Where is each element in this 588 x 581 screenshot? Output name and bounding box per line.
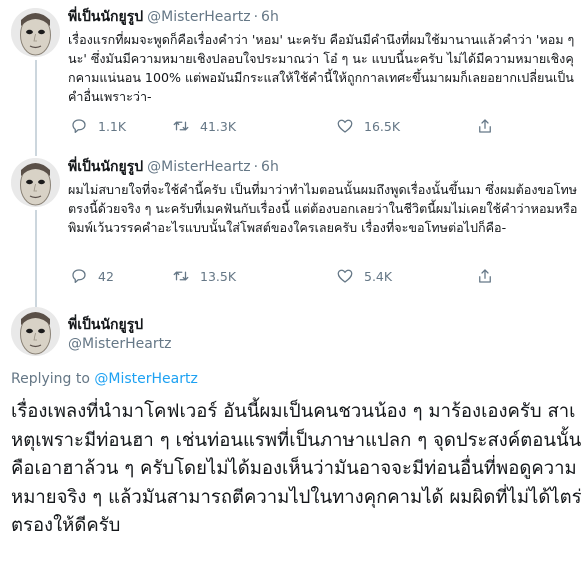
mask-face-icon: [11, 8, 60, 57]
like-count: 16.5K: [364, 118, 401, 134]
like-button[interactable]: 16.5K: [336, 117, 400, 135]
separator: ·: [253, 159, 259, 175]
reply-icon: [72, 119, 86, 134]
retweet-button[interactable]: 41.3K: [172, 117, 236, 135]
tweet-header: พี่เป็นนักยูรูป @MisterHeartz · 6h: [68, 158, 279, 176]
retweet-button[interactable]: 13.5K: [172, 267, 236, 285]
thread-connector: [35, 210, 37, 310]
display-name[interactable]: พี่เป็นนักยูรูป: [68, 316, 143, 334]
avatar[interactable]: [11, 307, 60, 356]
tweet-text: ผมไม่สบายใจที่จะใช้คำนี้ครับ เป็นที่มาว่…: [68, 182, 578, 235]
share-button[interactable]: [476, 117, 494, 135]
display-name[interactable]: พี่เป็นนักยูรูป: [68, 9, 143, 25]
action-bar: 1.1K 41.3K 16.5K: [64, 115, 504, 137]
reply-count: 1.1K: [98, 118, 127, 134]
retweet-count: 13.5K: [200, 268, 237, 284]
display-name[interactable]: พี่เป็นนักยูรูป: [68, 159, 143, 175]
avatar[interactable]: [11, 158, 60, 207]
reply-button[interactable]: 1.1K: [70, 117, 126, 135]
user-handle[interactable]: @MisterHeartz: [68, 335, 171, 353]
user-handle[interactable]: @MisterHeartz: [147, 9, 250, 25]
share-icon: [479, 119, 491, 133]
replying-to: Replying to @MisterHeartz: [11, 369, 198, 389]
like-count: 5.4K: [364, 268, 393, 284]
timestamp[interactable]: 6h: [261, 9, 279, 25]
like-button[interactable]: 5.4K: [336, 267, 392, 285]
share-button[interactable]: [476, 267, 494, 285]
mask-face-icon: [11, 158, 60, 207]
tweet-header: พี่เป็นนักยูรูป @MisterHeartz · 6h: [68, 8, 279, 26]
reply-count: 42: [98, 268, 114, 284]
share-icon: [479, 269, 491, 283]
main-tweet: พี่เป็นนักยูรูป @MisterHeartz Replying t…: [0, 302, 588, 581]
retweet-icon: [173, 271, 189, 281]
user-handle[interactable]: @MisterHeartz: [147, 159, 250, 175]
reply-button[interactable]: 42: [70, 267, 114, 285]
tweet-text: เรื่องเพลงที่นำมาโคฟเวอร์ อันนี้ผมเป็นคน…: [11, 401, 582, 536]
heart-icon: [337, 119, 353, 133]
retweet-count: 41.3K: [200, 118, 237, 134]
timestamp[interactable]: 6h: [261, 159, 279, 175]
tweet-text: เรื่องแรกที่ผมจะพูดก็คือเรื่องคำว่า 'หอม…: [68, 32, 575, 104]
separator: ·: [253, 9, 259, 25]
avatar[interactable]: [11, 8, 60, 57]
mask-face-icon: [11, 307, 60, 356]
action-bar: 42 13.5K 5.4K: [64, 265, 504, 287]
heart-icon: [337, 269, 353, 283]
replying-to-link[interactable]: @MisterHeartz: [94, 371, 197, 387]
replying-prefix: Replying to: [11, 371, 90, 387]
thread-connector: [35, 60, 37, 156]
reply-icon: [72, 269, 86, 284]
thread-tweet-2[interactable]: พี่เป็นนักยูรูป @MisterHeartz · 6h ผมไม่สบา…: [0, 150, 588, 310]
retweet-icon: [173, 121, 189, 131]
thread-tweet-1[interactable]: พี่เป็นนักยูรูป @MisterHeartz · 6h เรื่องแร…: [0, 0, 588, 156]
